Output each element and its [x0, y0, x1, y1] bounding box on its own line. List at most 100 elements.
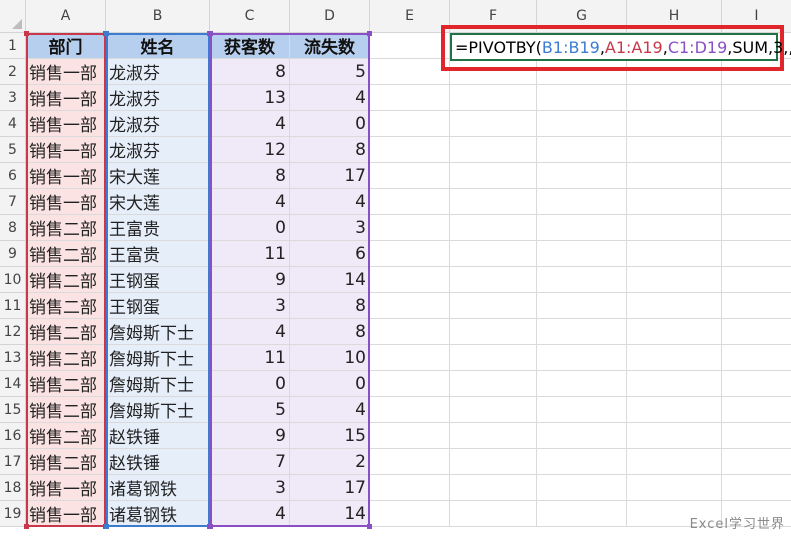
cell-i8[interactable]	[722, 215, 791, 241]
cell-i4[interactable]	[722, 111, 791, 137]
cell-a9[interactable]: 销售二部	[26, 241, 106, 267]
cell-g11[interactable]	[537, 293, 627, 319]
cell-a18[interactable]: 销售一部	[26, 475, 106, 501]
cell-i10[interactable]	[722, 267, 791, 293]
row-header-7[interactable]: 7	[0, 189, 26, 215]
cell-a14[interactable]: 销售二部	[26, 371, 106, 397]
cell-g14[interactable]	[537, 371, 627, 397]
cell-f19[interactable]	[450, 501, 537, 527]
cell-a7[interactable]: 销售一部	[26, 189, 106, 215]
row-header-15[interactable]: 15	[0, 397, 26, 423]
row-header-17[interactable]: 17	[0, 449, 26, 475]
cell-d3[interactable]: 4	[290, 85, 370, 111]
cell-e8[interactable]	[370, 215, 450, 241]
cell-b17[interactable]: 赵铁锤	[106, 449, 210, 475]
cell-a6[interactable]: 销售一部	[26, 163, 106, 189]
cell-b4[interactable]: 龙淑芬	[106, 111, 210, 137]
cell-h13[interactable]	[627, 345, 722, 371]
cell-e16[interactable]	[370, 423, 450, 449]
cell-d14[interactable]: 0	[290, 371, 370, 397]
cell-g3[interactable]	[537, 85, 627, 111]
cell-i5[interactable]	[722, 137, 791, 163]
cell-f11[interactable]	[450, 293, 537, 319]
cell-a12[interactable]: 销售二部	[26, 319, 106, 345]
cell-h6[interactable]	[627, 163, 722, 189]
header-cell-c[interactable]: 获客数	[210, 33, 290, 59]
cell-c8[interactable]: 0	[210, 215, 290, 241]
cell-g9[interactable]	[537, 241, 627, 267]
cell-g5[interactable]	[537, 137, 627, 163]
cell-f7[interactable]	[450, 189, 537, 215]
row-header-11[interactable]: 11	[0, 293, 26, 319]
cell-d8[interactable]: 3	[290, 215, 370, 241]
header-cell-a[interactable]: 部门	[26, 33, 106, 59]
cell-h12[interactable]	[627, 319, 722, 345]
cell-e9[interactable]	[370, 241, 450, 267]
cell-c18[interactable]: 3	[210, 475, 290, 501]
cell-h10[interactable]	[627, 267, 722, 293]
cell-e17[interactable]	[370, 449, 450, 475]
select-all-corner[interactable]	[0, 0, 26, 33]
cell-f17[interactable]	[450, 449, 537, 475]
cell-c13[interactable]: 11	[210, 345, 290, 371]
cell-e15[interactable]	[370, 397, 450, 423]
cell-h11[interactable]	[627, 293, 722, 319]
cell-g16[interactable]	[537, 423, 627, 449]
cell-h17[interactable]	[627, 449, 722, 475]
cell-g18[interactable]	[537, 475, 627, 501]
cell-c12[interactable]: 4	[210, 319, 290, 345]
cell-i15[interactable]	[722, 397, 791, 423]
column-header-c[interactable]: C	[210, 0, 290, 33]
cell-i12[interactable]	[722, 319, 791, 345]
cell-c9[interactable]: 11	[210, 241, 290, 267]
cell-b19[interactable]: 诸葛钢铁	[106, 501, 210, 527]
cell-c3[interactable]: 13	[210, 85, 290, 111]
column-header-e[interactable]: E	[370, 0, 450, 33]
cell-a13[interactable]: 销售二部	[26, 345, 106, 371]
cell-e4[interactable]	[370, 111, 450, 137]
cell-f8[interactable]	[450, 215, 537, 241]
cell-h5[interactable]	[627, 137, 722, 163]
cell-a8[interactable]: 销售二部	[26, 215, 106, 241]
cell-f10[interactable]	[450, 267, 537, 293]
cell-g7[interactable]	[537, 189, 627, 215]
cell-a10[interactable]: 销售二部	[26, 267, 106, 293]
cell-b15[interactable]: 詹姆斯下士	[106, 397, 210, 423]
cell-b12[interactable]: 詹姆斯下士	[106, 319, 210, 345]
cell-c11[interactable]: 3	[210, 293, 290, 319]
column-header-b[interactable]: B	[106, 0, 210, 33]
cell-g8[interactable]	[537, 215, 627, 241]
row-header-2[interactable]: 2	[0, 59, 26, 85]
cell-d13[interactable]: 10	[290, 345, 370, 371]
cell-a2[interactable]: 销售一部	[26, 59, 106, 85]
cell-e2[interactable]	[370, 59, 450, 85]
cell-b2[interactable]: 龙淑芬	[106, 59, 210, 85]
cell-g13[interactable]	[537, 345, 627, 371]
row-header-6[interactable]: 6	[0, 163, 26, 189]
cell-c16[interactable]: 9	[210, 423, 290, 449]
cell-d2[interactable]: 5	[290, 59, 370, 85]
cell-e5[interactable]	[370, 137, 450, 163]
cell-a19[interactable]: 销售一部	[26, 501, 106, 527]
cell-h18[interactable]	[627, 475, 722, 501]
cell-b7[interactable]: 宋大莲	[106, 189, 210, 215]
column-header-d[interactable]: D	[290, 0, 370, 33]
cell-h3[interactable]	[627, 85, 722, 111]
row-header-14[interactable]: 14	[0, 371, 26, 397]
cell-a17[interactable]: 销售二部	[26, 449, 106, 475]
row-header-1[interactable]: 1	[0, 33, 26, 59]
cell-d15[interactable]: 4	[290, 397, 370, 423]
cell-d10[interactable]: 14	[290, 267, 370, 293]
cell-e1[interactable]	[370, 33, 450, 59]
row-header-16[interactable]: 16	[0, 423, 26, 449]
cell-c14[interactable]: 0	[210, 371, 290, 397]
cell-d6[interactable]: 17	[290, 163, 370, 189]
cell-b11[interactable]: 王钢蛋	[106, 293, 210, 319]
cell-g17[interactable]	[537, 449, 627, 475]
cell-e14[interactable]	[370, 371, 450, 397]
cell-f16[interactable]	[450, 423, 537, 449]
cell-d18[interactable]: 17	[290, 475, 370, 501]
row-header-5[interactable]: 5	[0, 137, 26, 163]
cell-b6[interactable]: 宋大莲	[106, 163, 210, 189]
cell-b10[interactable]: 王钢蛋	[106, 267, 210, 293]
